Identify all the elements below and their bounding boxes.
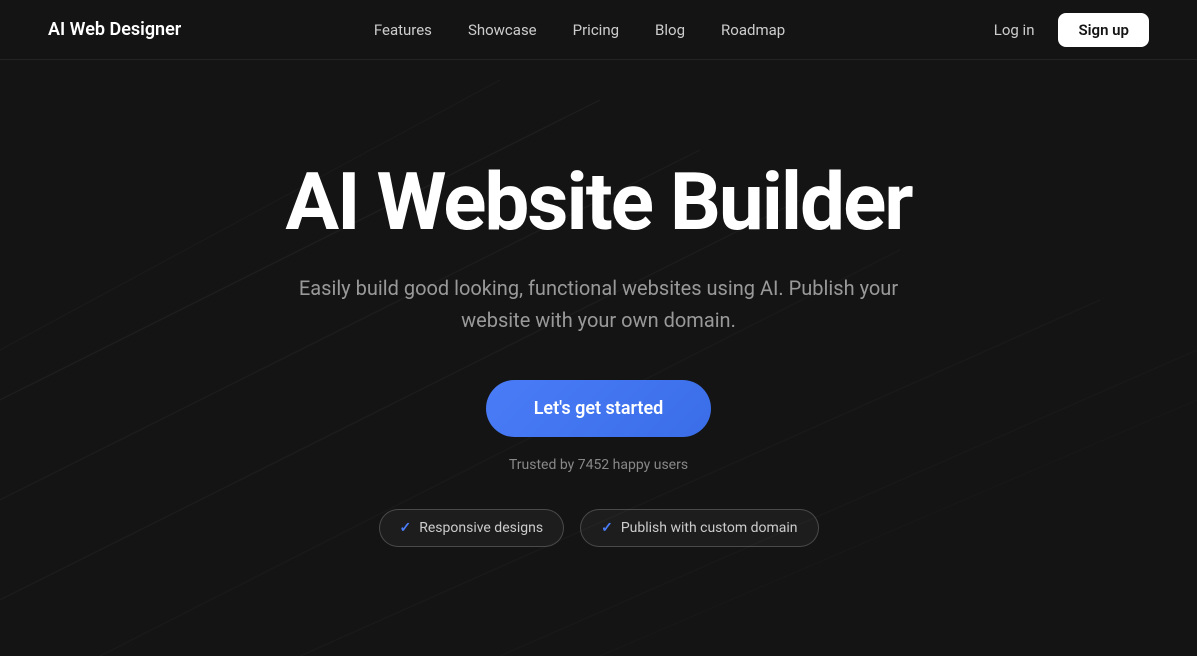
feature-badges: ✓ Responsive designs ✓ Publish with cust… xyxy=(379,509,819,547)
nav-links: Features Showcase Pricing Blog Roadmap xyxy=(374,20,785,39)
login-button[interactable]: Log in xyxy=(978,13,1051,47)
hero-title: AI Website Builder xyxy=(285,160,911,244)
cta-button[interactable]: Let's get started xyxy=(486,380,712,437)
badge-custom-domain: ✓ Publish with custom domain xyxy=(580,509,818,547)
hero-subtitle: Easily build good looking, functional we… xyxy=(289,272,909,336)
nav-actions: Log in Sign up xyxy=(978,13,1149,47)
nav-link-showcase[interactable]: Showcase xyxy=(468,21,537,39)
badge-responsive: ✓ Responsive designs xyxy=(379,509,565,547)
trust-indicator: Trusted by 7452 happy users xyxy=(509,457,688,473)
brand-logo: AI Web Designer xyxy=(48,19,181,40)
badge-responsive-label: Responsive designs xyxy=(419,520,543,536)
check-icon-custom-domain: ✓ xyxy=(601,520,613,536)
signup-button[interactable]: Sign up xyxy=(1058,13,1149,47)
check-icon-responsive: ✓ xyxy=(400,520,412,536)
navbar: AI Web Designer Features Showcase Pricin… xyxy=(0,0,1197,60)
badge-custom-domain-label: Publish with custom domain xyxy=(621,520,798,536)
nav-link-features[interactable]: Features xyxy=(374,21,432,39)
nav-link-blog[interactable]: Blog xyxy=(655,21,685,39)
hero-section: AI Website Builder Easily build good loo… xyxy=(0,60,1197,547)
nav-link-pricing[interactable]: Pricing xyxy=(573,21,619,39)
nav-link-roadmap[interactable]: Roadmap xyxy=(721,21,785,39)
